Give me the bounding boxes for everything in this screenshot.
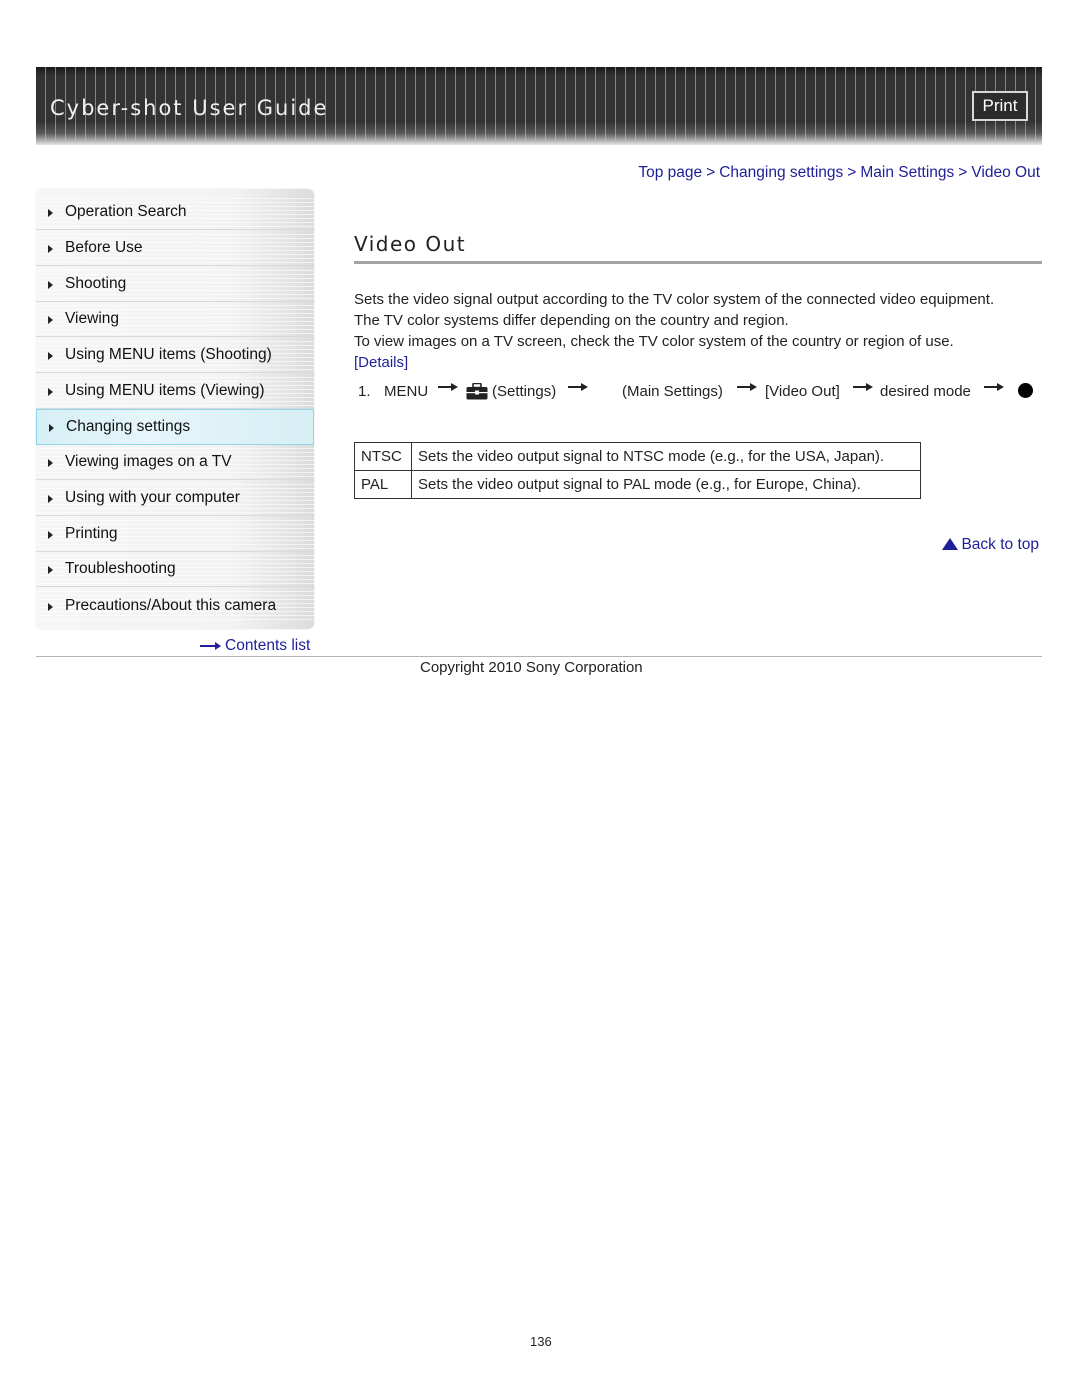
breadcrumb: Top page > Changing settings > Main Settings… (638, 164, 1040, 182)
sidebar-item-printing[interactable]: Printing (36, 517, 314, 552)
triangle-right-icon (48, 281, 53, 289)
step-settings: (Settings) (492, 383, 557, 400)
arrow-right-icon (200, 641, 222, 651)
breadcrumb-changing-settings[interactable]: Changing settings (719, 164, 843, 181)
back-to-top-link[interactable]: Back to top (942, 536, 1039, 554)
header-banner: Cyber-shot User Guide Print (36, 67, 1042, 145)
triangle-right-icon (48, 245, 53, 253)
description-line: Sets the video signal output according t… (354, 291, 995, 308)
back-to-top-label: Back to top (961, 536, 1039, 553)
center-button-dot-icon (1018, 383, 1033, 398)
breadcrumb-separator: > (847, 164, 857, 181)
sidebar-item-menu-viewing[interactable]: Using MENU items (Viewing) (36, 374, 314, 409)
breadcrumb-separator: > (706, 164, 716, 181)
step-video-out: [Video Out] (765, 383, 840, 400)
sidebar-item-using-computer[interactable]: Using with your computer (36, 481, 314, 516)
breadcrumb-video-out[interactable]: Video Out (971, 164, 1040, 181)
breadcrumb-top-page[interactable]: Top page (638, 164, 702, 181)
breadcrumb-main-settings[interactable]: Main Settings (860, 164, 954, 181)
step-main-settings: (Main Settings) (622, 383, 723, 400)
triangle-right-icon (48, 566, 53, 574)
sidebar-item-label: Using with your computer (65, 489, 240, 506)
triangle-right-icon (48, 495, 53, 503)
contents-list-link[interactable]: Contents list (200, 637, 310, 655)
triangle-right-icon (48, 388, 53, 396)
sidebar-item-label: Viewing (65, 310, 120, 327)
triangle-right-icon (48, 459, 53, 467)
sidebar-item-precautions[interactable]: Precautions/About this camera (36, 588, 314, 623)
sidebar-item-label: Operation Search (65, 203, 187, 220)
contents-list-label: Contents list (225, 637, 311, 654)
triangle-right-icon (48, 316, 53, 324)
sidebar-item-before-use[interactable]: Before Use (36, 231, 314, 266)
description-line: The TV color systems differ depending on… (354, 312, 789, 329)
arrow-right-icon (853, 383, 873, 391)
sidebar-item-changing-settings[interactable]: Changing settings (36, 409, 314, 445)
page-title: Video Out (354, 232, 467, 256)
triangle-right-icon (48, 531, 53, 539)
sidebar-item-label: Using MENU items (Viewing) (65, 382, 265, 399)
sidebar-item-shooting[interactable]: Shooting (36, 267, 314, 302)
triangle-right-icon (48, 209, 53, 217)
description-line: To view images on a TV screen, check the… (354, 333, 954, 350)
step-menu: MENU (384, 383, 429, 400)
mode-description: Sets the video output signal to NTSC mod… (411, 442, 921, 471)
toolbox-icon (466, 382, 488, 400)
mode-name: NTSC (354, 442, 412, 471)
sidebar-item-label: Before Use (65, 239, 143, 256)
step-desired-mode: desired mode (880, 383, 971, 400)
guide-title: Cyber-shot User Guide (50, 96, 329, 120)
sidebar-item-label: Troubleshooting (65, 560, 176, 577)
mode-name: PAL (354, 470, 412, 499)
mode-description: Sets the video output signal to PAL mode… (411, 470, 921, 499)
table-row: NTSC Sets the video output signal to NTS… (354, 442, 921, 471)
details-link[interactable]: [Details] (354, 354, 408, 371)
sidebar-item-operation-search[interactable]: Operation Search (36, 195, 314, 230)
triangle-right-icon (48, 602, 53, 611)
sidebar-nav: Operation Search Before Use Shooting Vie… (36, 189, 314, 629)
sidebar-item-troubleshooting[interactable]: Troubleshooting (36, 552, 314, 587)
arrow-right-icon (737, 383, 757, 391)
sidebar-item-label: Using MENU items (Shooting) (65, 346, 272, 363)
triangle-right-icon (48, 352, 53, 360)
footer-divider (36, 656, 1042, 657)
sidebar-item-label: Printing (65, 525, 118, 542)
sidebar-item-menu-shooting[interactable]: Using MENU items (Shooting) (36, 338, 314, 373)
sidebar-item-label: Precautions/About this camera (65, 596, 277, 614)
copyright: Copyright 2010 Sony Corporation (420, 659, 643, 676)
triangle-right-icon (49, 424, 54, 432)
page-number: 136 (530, 1334, 552, 1349)
title-divider (354, 261, 1042, 264)
sidebar-item-label: Changing settings (66, 418, 191, 435)
table-row: PAL Sets the video output signal to PAL … (354, 470, 921, 499)
step-number: 1. (358, 383, 371, 400)
sidebar-item-viewing[interactable]: Viewing (36, 302, 314, 337)
arrow-right-icon (984, 383, 1004, 391)
sidebar-item-label: Viewing images on a TV (65, 453, 232, 470)
sidebar-item-label: Shooting (65, 275, 127, 292)
modes-table: NTSC Sets the video output signal to NTS… (354, 442, 921, 499)
arrow-right-icon (438, 383, 458, 391)
description: Sets the video signal output according t… (354, 289, 994, 373)
breadcrumb-separator: > (958, 164, 968, 181)
sidebar-item-viewing-on-tv[interactable]: Viewing images on a TV (36, 445, 314, 480)
triangle-up-icon (942, 538, 959, 550)
arrow-right-icon (568, 383, 588, 391)
print-button[interactable]: Print (972, 91, 1028, 121)
